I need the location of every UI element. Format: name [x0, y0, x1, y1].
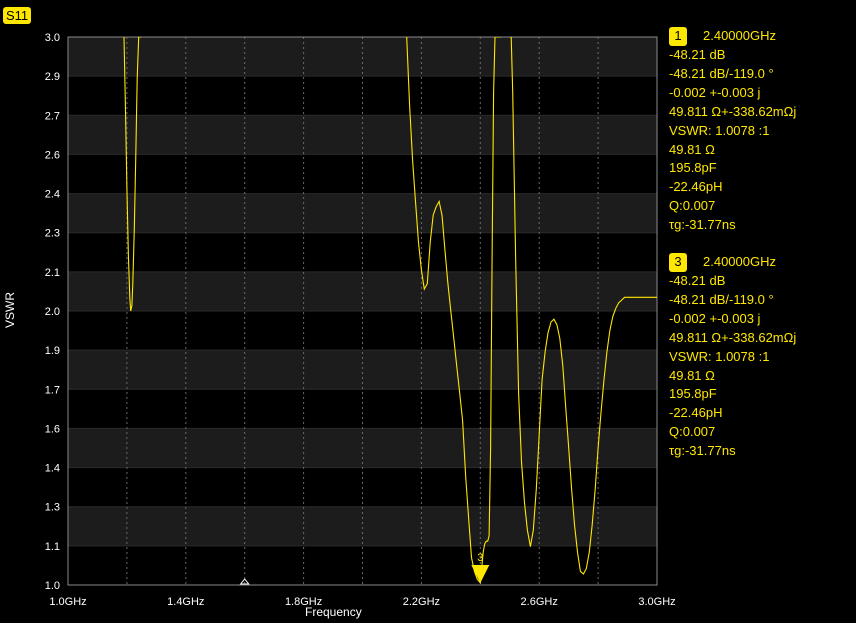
marker-line: 195.8pF	[669, 160, 717, 176]
y-tick-label: 2.7	[45, 110, 60, 122]
y-tick-label: 2.0	[45, 306, 60, 318]
marker-line: VSWR: 1.0078 :1	[669, 122, 770, 138]
x-tick-label: 2.2GHz	[403, 596, 440, 608]
x-tick-label: 2.6GHz	[521, 596, 558, 608]
marker-line: -22.46pH	[669, 179, 723, 195]
marker-line: VSWR: 1.0078 :1	[669, 348, 770, 364]
plot-band	[68, 545, 657, 585]
marker-line: -0.002 +-0.003 j	[669, 310, 761, 326]
x-axis-label: Frequency	[305, 605, 362, 619]
y-axis-label: VSWR	[3, 292, 17, 328]
marker-frequency: 2.40000GHz	[703, 28, 776, 43]
marker-frequency: 2.40000GHz	[703, 254, 776, 269]
marker-number-badge[interactable]: 3	[669, 253, 687, 272]
marker-number-badge[interactable]: 1	[669, 27, 687, 46]
trace-badge-s11[interactable]: S11	[3, 7, 32, 24]
y-tick-label: 1.4	[45, 463, 60, 475]
y-tick-label: 2.4	[45, 189, 60, 201]
marker-readout-1: 1 2.40000GHz -48.21 dB -48.21 dB/-119.0 °…	[669, 27, 796, 235]
marker-readout-3: 3 2.40000GHz -48.21 dB -48.21 dB/-119.0 °…	[669, 253, 796, 461]
plot-band	[68, 311, 657, 351]
x-tick-label: 3.0GHz	[638, 596, 675, 608]
marker-line: -48.21 dB	[669, 273, 726, 288]
marker-line: -22.46pH	[669, 405, 723, 421]
marker-line: -48.21 dB	[669, 47, 726, 62]
marker-line: -48.21 dB/-119.0 °	[669, 291, 774, 307]
marker-line: -0.002 +-0.003 j	[669, 84, 761, 100]
y-tick-label: 1.3	[45, 502, 60, 514]
marker-line: τg:-31.77ns	[669, 443, 736, 459]
y-tick-label: 1.1	[45, 541, 60, 553]
marker-line: 49.81 Ω	[669, 141, 715, 157]
marker-line: 195.8pF	[669, 386, 717, 402]
y-tick-label: 2.3	[45, 228, 60, 240]
marker-line: -48.21 dB/-119.0 °	[669, 65, 774, 81]
y-tick-label: 2.9	[45, 71, 60, 83]
y-tick-label: 1.6	[45, 423, 60, 435]
marker-line: 49.811 Ω+-338.62mΩj	[669, 103, 797, 119]
y-tick-label: 2.6	[45, 149, 60, 161]
marker-line: Q:0.007	[669, 198, 716, 214]
y-tick-label: 2.1	[45, 267, 60, 279]
y-tick-label: 1.0	[45, 580, 60, 592]
marker-line: 49.81 Ω	[669, 367, 715, 383]
x-tick-label: 1.4GHz	[167, 596, 204, 608]
marker-line: Q:0.007	[669, 424, 716, 440]
marker-label: 3	[477, 552, 483, 564]
marker-line: 49.811 Ω+-338.62mΩj	[669, 329, 797, 345]
x-tick-label: 1.0GHz	[49, 596, 86, 608]
y-tick-label: 1.7	[45, 384, 60, 396]
marker-line: τg:-31.77ns	[669, 217, 736, 233]
y-tick-label: 1.9	[45, 345, 60, 357]
y-tick-label: 3.0	[45, 32, 60, 44]
